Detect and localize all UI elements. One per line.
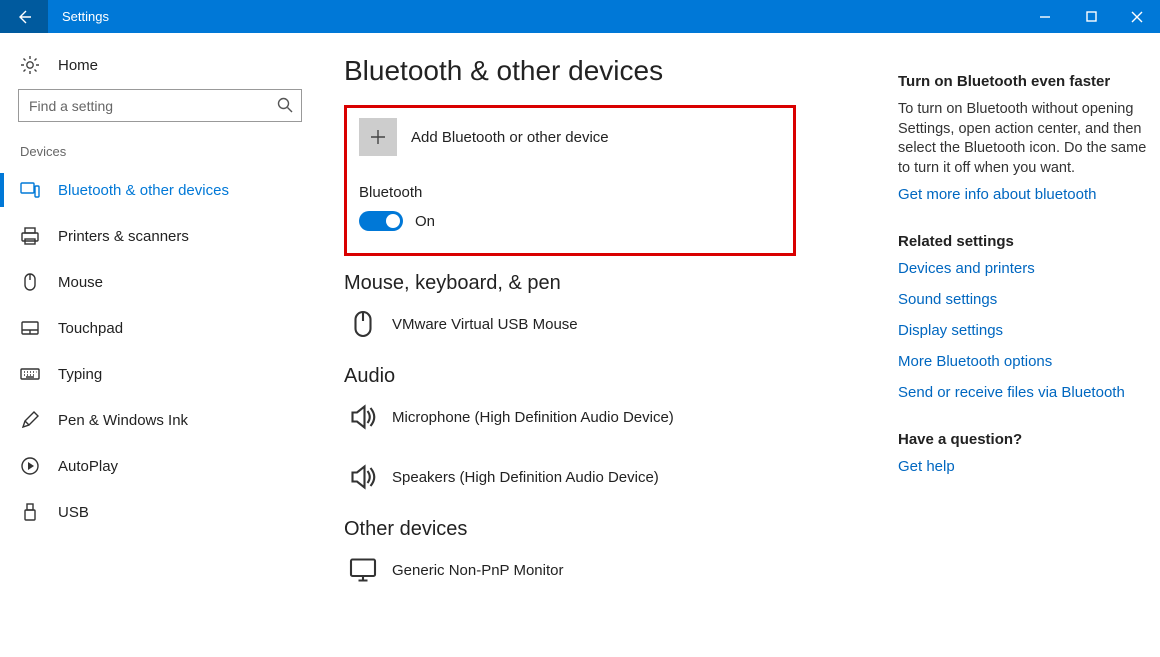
nav-home-label: Home	[58, 57, 98, 74]
speaker-icon	[348, 402, 378, 432]
search-wrap	[18, 89, 302, 122]
device-row[interactable]: Generic Non-PnP Monitor	[344, 547, 878, 607]
arrow-left-icon	[16, 9, 32, 25]
search-input[interactable]	[18, 89, 302, 122]
page-title: Bluetooth & other devices	[344, 55, 878, 87]
nav-home[interactable]: Home	[0, 51, 320, 89]
nav-mouse[interactable]: Mouse	[0, 259, 320, 305]
minimize-icon	[1039, 11, 1051, 23]
touchpad-icon	[20, 318, 40, 338]
devices-icon	[20, 180, 40, 200]
window-title: Settings	[48, 0, 1022, 33]
printer-icon	[20, 226, 40, 246]
section-audio-title: Audio	[344, 365, 878, 388]
titlebar: Settings	[0, 0, 1160, 33]
device-row[interactable]: Microphone (High Definition Audio Device…	[344, 394, 878, 454]
link-devices-printers[interactable]: Devices and printers	[898, 260, 1160, 277]
sidebar-section-title: Devices	[0, 144, 320, 167]
nav-usb[interactable]: USB	[0, 489, 320, 535]
nav-item-label: Bluetooth & other devices	[58, 182, 229, 199]
nav-item-label: Mouse	[58, 274, 103, 291]
nav-bluetooth[interactable]: Bluetooth & other devices	[0, 167, 320, 213]
nav-pen[interactable]: Pen & Windows Ink	[0, 397, 320, 443]
related-block: Related settings Devices and printers So…	[898, 233, 1160, 401]
nav-touchpad[interactable]: Touchpad	[0, 305, 320, 351]
nav-item-label: Typing	[58, 366, 102, 383]
nav-item-label: Printers & scanners	[58, 228, 189, 245]
device-label: Generic Non-PnP Monitor	[392, 562, 563, 579]
monitor-icon	[348, 555, 378, 585]
link-get-help[interactable]: Get help	[898, 458, 1160, 475]
tip-link[interactable]: Get more info about bluetooth	[898, 186, 1160, 203]
right-pane: Turn on Bluetooth even faster To turn on…	[898, 33, 1160, 657]
gear-icon	[20, 55, 40, 75]
link-send-receive[interactable]: Send or receive files via Bluetooth	[898, 384, 1160, 401]
device-label: Microphone (High Definition Audio Device…	[392, 409, 674, 426]
section-mouse-title: Mouse, keyboard, & pen	[344, 272, 878, 295]
question-title: Have a question?	[898, 431, 1160, 448]
nav-item-label: Touchpad	[58, 320, 123, 337]
add-device-label: Add Bluetooth or other device	[411, 129, 609, 146]
bluetooth-label: Bluetooth	[359, 184, 781, 201]
close-button[interactable]	[1114, 0, 1160, 33]
mouse-icon	[348, 309, 378, 339]
tip-block: Turn on Bluetooth even faster To turn on…	[898, 73, 1160, 203]
highlight-box: Add Bluetooth or other device Bluetooth …	[344, 105, 796, 256]
tip-body: To turn on Bluetooth without opening Set…	[898, 100, 1160, 178]
keyboard-icon	[20, 364, 40, 384]
device-row[interactable]: VMware Virtual USB Mouse	[344, 301, 878, 361]
device-label: Speakers (High Definition Audio Device)	[392, 469, 659, 486]
nav-item-label: Pen & Windows Ink	[58, 412, 188, 429]
device-label: VMware Virtual USB Mouse	[392, 316, 578, 333]
add-device-row[interactable]: Add Bluetooth or other device	[359, 118, 781, 156]
section-other-title: Other devices	[344, 518, 878, 541]
minimize-button[interactable]	[1022, 0, 1068, 33]
speaker-icon	[348, 462, 378, 492]
plus-icon	[368, 127, 388, 147]
window-controls	[1022, 0, 1160, 33]
bluetooth-toggle[interactable]	[359, 211, 403, 231]
device-row[interactable]: Speakers (High Definition Audio Device)	[344, 454, 878, 514]
mouse-icon	[20, 272, 40, 292]
pen-icon	[20, 410, 40, 430]
link-display-settings[interactable]: Display settings	[898, 322, 1160, 339]
bluetooth-state: On	[415, 213, 435, 230]
close-icon	[1131, 11, 1143, 23]
nav-autoplay[interactable]: AutoPlay	[0, 443, 320, 489]
sidebar: Home Devices Bluetooth & other devices P…	[0, 33, 320, 657]
nav-item-label: AutoPlay	[58, 458, 118, 475]
main-content: Bluetooth & other devices Add Bluetooth …	[320, 33, 898, 657]
usb-icon	[20, 502, 40, 522]
back-button[interactable]	[0, 0, 48, 33]
link-more-bluetooth[interactable]: More Bluetooth options	[898, 353, 1160, 370]
nav-item-label: USB	[58, 504, 89, 521]
maximize-button[interactable]	[1068, 0, 1114, 33]
link-sound-settings[interactable]: Sound settings	[898, 291, 1160, 308]
related-title: Related settings	[898, 233, 1160, 250]
tip-title: Turn on Bluetooth even faster	[898, 73, 1160, 90]
nav-typing[interactable]: Typing	[0, 351, 320, 397]
add-device-button[interactable]	[359, 118, 397, 156]
nav-printers[interactable]: Printers & scanners	[0, 213, 320, 259]
maximize-icon	[1086, 11, 1097, 22]
search-icon	[276, 96, 294, 114]
question-block: Have a question? Get help	[898, 431, 1160, 475]
bluetooth-toggle-row: On	[359, 211, 781, 231]
autoplay-icon	[20, 456, 40, 476]
